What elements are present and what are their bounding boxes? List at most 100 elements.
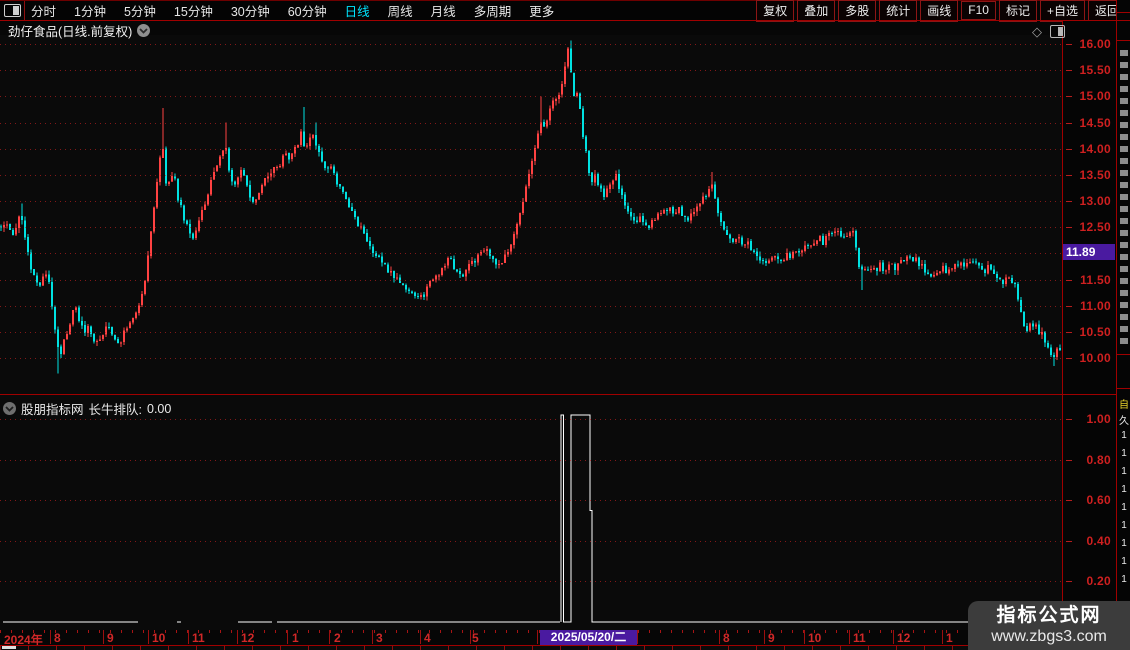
indicator-line bbox=[560, 414, 1060, 623]
axis-tick bbox=[1066, 500, 1072, 502]
toolbar-button-叠加[interactable]: 叠加 bbox=[797, 0, 836, 22]
date-tick-label: 4 bbox=[424, 631, 431, 645]
strip-char: 1 bbox=[1121, 484, 1127, 495]
price-gridline bbox=[0, 253, 1062, 254]
toolbar-button-复权[interactable]: 复权 bbox=[756, 0, 795, 22]
trading-app-screen: 分时 1分钟 5分钟 15分钟 30分钟 60分钟 日线 周线 月线 多周期 更多 › 复权 叠加 多股… bbox=[0, 0, 1130, 650]
date-axis[interactable]: 2024年 8 9 10 11 12 1 2 3 4 5 8 9 10 11 12 1 2025/05/20/二 bbox=[0, 630, 1130, 647]
date-tick-label: 8 bbox=[723, 631, 730, 645]
price-label: 11.00 bbox=[1080, 298, 1111, 313]
strip-char: 1 bbox=[1121, 520, 1127, 531]
date-cell-boundary bbox=[764, 630, 765, 644]
indicator-gridline bbox=[0, 500, 1062, 501]
strip-highlight-char: 自 bbox=[1119, 400, 1129, 411]
period-tab-4[interactable]: 15分钟 bbox=[174, 1, 213, 20]
period-tab-5[interactable]: 30分钟 bbox=[231, 1, 270, 20]
price-gridline bbox=[0, 149, 1062, 150]
price-gridline bbox=[0, 96, 1062, 97]
period-tab-3[interactable]: 5分钟 bbox=[124, 1, 156, 20]
toolbar-separator bbox=[24, 0, 25, 21]
axis-tick bbox=[1066, 581, 1072, 583]
indicator-axis-label: 0.80 bbox=[1086, 452, 1111, 467]
axis-tick bbox=[1066, 70, 1072, 72]
toolbar-button-统计[interactable]: 统计 bbox=[879, 0, 918, 22]
price-gridline bbox=[0, 306, 1062, 307]
toolbar-button-画线[interactable]: 画线 bbox=[920, 0, 959, 22]
strip-char: 1 bbox=[1121, 448, 1127, 459]
price-label: 14.50 bbox=[1079, 115, 1111, 130]
toolbar-right-buttons: 复权 叠加 多股 统计 画线 F10 标记 +自选 返回 bbox=[756, 0, 1130, 22]
period-tab-9[interactable]: 月线 bbox=[431, 1, 456, 20]
price-label: 14.00 bbox=[1079, 141, 1111, 156]
indicator-line-svg bbox=[3, 414, 1060, 623]
period-tabs: 分时 1分钟 5分钟 15分钟 30分钟 60分钟 日线 周线 月线 多周期 更多 bbox=[31, 1, 554, 20]
period-tab-1[interactable]: 分时 bbox=[31, 1, 56, 20]
right-edge-clipped-panel: 自久 1 1 1 1 1 1 1 1 1 bbox=[1116, 0, 1130, 650]
indicator-panel[interactable]: 股朋指标网 长牛排队: 0.00 bbox=[0, 395, 1062, 630]
strip-char: 1 bbox=[1121, 502, 1127, 513]
indicator-axis-label: 0.20 bbox=[1086, 574, 1111, 589]
date-tick-label: 5 bbox=[472, 631, 479, 645]
date-tick-label: 12 bbox=[897, 631, 911, 645]
toolbar-button-多股[interactable]: 多股 bbox=[838, 0, 877, 22]
toolbar-button-+自选[interactable]: +自选 bbox=[1039, 0, 1085, 22]
price-gridline bbox=[0, 358, 1062, 359]
toolbar-button-F10[interactable]: F10 bbox=[961, 1, 996, 20]
more-arrow-icon[interactable]: › bbox=[546, 4, 550, 18]
indicator-value: 0.00 bbox=[147, 401, 172, 416]
axis-tick bbox=[1066, 358, 1072, 359]
panel-toggle-icon[interactable] bbox=[1050, 25, 1065, 38]
last-price-badge: 11.89 bbox=[1063, 244, 1115, 260]
date-cell-boundary bbox=[719, 630, 720, 644]
period-tab-6[interactable]: 60分钟 bbox=[288, 1, 327, 20]
indicator-axis-label: 1.00 bbox=[1086, 412, 1111, 426]
price-label: 15.50 bbox=[1079, 63, 1111, 78]
clipped-vertical-text bbox=[1120, 44, 1128, 344]
toolbar-button-标记[interactable]: 标记 bbox=[998, 0, 1037, 22]
diamond-icon[interactable]: ◇ bbox=[1032, 25, 1042, 38]
date-cell-boundary bbox=[329, 630, 330, 644]
date-tick-label: 1 bbox=[292, 631, 299, 645]
chart-title-row: 劲仔食品(日线.前复权) bbox=[8, 21, 151, 40]
price-gridline bbox=[0, 201, 1062, 202]
indicator-axis-label: 0.40 bbox=[1086, 533, 1111, 548]
date-cell-boundary bbox=[893, 630, 894, 644]
axis-tick bbox=[1066, 227, 1072, 229]
axis-tick bbox=[1066, 174, 1072, 176]
date-cell-boundary bbox=[237, 630, 238, 644]
main-chart[interactable] bbox=[0, 35, 1062, 395]
axis-tick bbox=[1066, 279, 1072, 281]
chevron-down-circle-icon[interactable] bbox=[137, 24, 151, 37]
axis-tick bbox=[1066, 331, 1072, 333]
axis-tick bbox=[1066, 44, 1072, 45]
period-tab-11[interactable]: 更多 bbox=[529, 1, 554, 20]
date-tick-label: 11 bbox=[853, 631, 866, 645]
price-gridline bbox=[0, 70, 1062, 71]
date-cell-boundary bbox=[942, 630, 943, 644]
strip-char: 久 bbox=[1119, 416, 1129, 427]
period-tab-7[interactable]: 日线 bbox=[345, 1, 370, 20]
period-tab-2[interactable]: 1分钟 bbox=[74, 1, 106, 20]
indicator-gridline bbox=[0, 460, 1062, 461]
date-tick-label: 11 bbox=[192, 631, 205, 645]
date-cell-boundary bbox=[420, 630, 421, 644]
axis-vline bbox=[1062, 20, 1063, 630]
date-cell-boundary bbox=[470, 630, 471, 644]
date-tick-label: 2 bbox=[334, 631, 341, 645]
price-label: 15.00 bbox=[1079, 89, 1111, 104]
price-gridline bbox=[0, 123, 1062, 124]
date-tick-label: 3 bbox=[376, 631, 383, 645]
strip-char: 1 bbox=[1121, 556, 1127, 567]
split-window-icon[interactable] bbox=[4, 4, 21, 17]
indicator-chevron-icon[interactable] bbox=[3, 402, 16, 415]
price-label: 10.00 bbox=[1079, 351, 1111, 365]
period-tab-8[interactable]: 周线 bbox=[388, 1, 413, 20]
price-axis: 16.00 15.50 15.00 14.50 14.00 13.50 13.00 12.50… bbox=[1062, 20, 1116, 630]
date-cell-boundary bbox=[372, 630, 373, 644]
period-tab-10[interactable]: 多周期 bbox=[474, 1, 512, 20]
price-gridline bbox=[0, 280, 1062, 281]
date-cell-boundary bbox=[148, 630, 149, 644]
indicator-name: 长牛排队: bbox=[88, 403, 142, 417]
axis-tick bbox=[1066, 419, 1072, 420]
date-cell-boundary bbox=[103, 630, 104, 644]
